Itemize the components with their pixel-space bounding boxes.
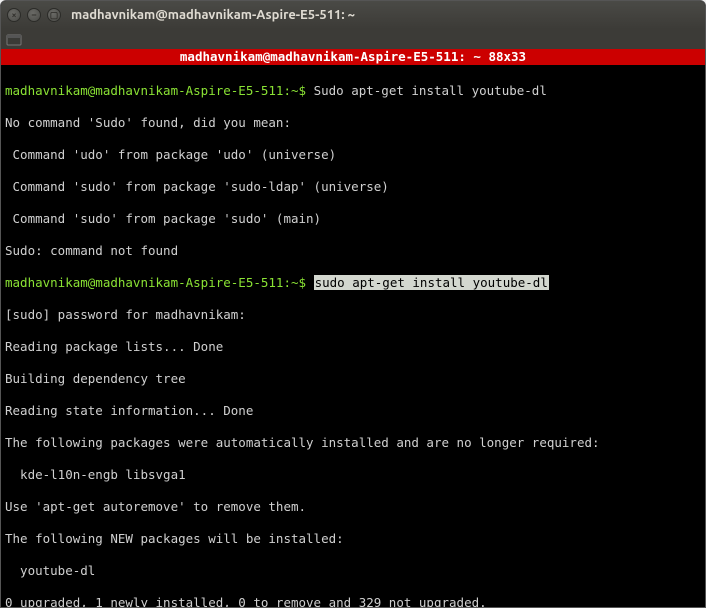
minimize-icon[interactable]: – [27, 8, 41, 22]
output-line: Use 'apt-get autoremove' to remove them. [5, 499, 701, 515]
output-line: youtube-dl [5, 563, 701, 579]
prompt: madhavnikam@madhavnikam-Aspire-E5-511:~$ [5, 275, 314, 290]
output-line: Reading state information... Done [5, 403, 701, 419]
output-line: Sudo: command not found [5, 243, 701, 259]
output-line: [sudo] password for madhavnikam: [5, 307, 701, 323]
output-line: Building dependency tree [5, 371, 701, 387]
maximize-icon[interactable]: ▢ [47, 8, 61, 22]
output-line: No command 'Sudo' found, did you mean: [5, 115, 701, 131]
output-line: The following NEW packages will be insta… [5, 531, 701, 547]
new-tab-icon[interactable] [5, 31, 23, 47]
output-line: Command 'sudo' from package 'sudo-ldap' … [5, 179, 701, 195]
terminal-window: × – ▢ madhavnikam@madhavnikam-Aspire-E5-… [0, 0, 706, 608]
prompt: madhavnikam@madhavnikam-Aspire-E5-511:~$ [5, 83, 314, 98]
output-line: kde-l10n-engb libsvga1 [5, 467, 701, 483]
window-controls: × – ▢ [7, 8, 61, 22]
output-line: Reading package lists... Done [5, 339, 701, 355]
menubar [1, 29, 705, 49]
output-line: Command 'udo' from package 'udo' (univer… [5, 147, 701, 163]
status-bar: madhavnikam@madhavnikam-Aspire-E5-511: ~… [1, 49, 705, 65]
window-title: madhavnikam@madhavnikam-Aspire-E5-511: ~ [71, 8, 699, 22]
terminal-area[interactable]: madhavnikam@madhavnikam-Aspire-E5-511:~$… [1, 65, 705, 607]
close-icon[interactable]: × [7, 8, 21, 22]
output-line: 0 upgraded, 1 newly installed, 0 to remo… [5, 595, 701, 607]
command-highlighted: sudo apt-get install youtube-dl [314, 275, 549, 290]
titlebar[interactable]: × – ▢ madhavnikam@madhavnikam-Aspire-E5-… [1, 1, 705, 29]
output-line: Command 'sudo' from package 'sudo' (main… [5, 211, 701, 227]
command-text: Sudo apt-get install youtube-dl [314, 83, 547, 98]
output-line: The following packages were automaticall… [5, 435, 701, 451]
